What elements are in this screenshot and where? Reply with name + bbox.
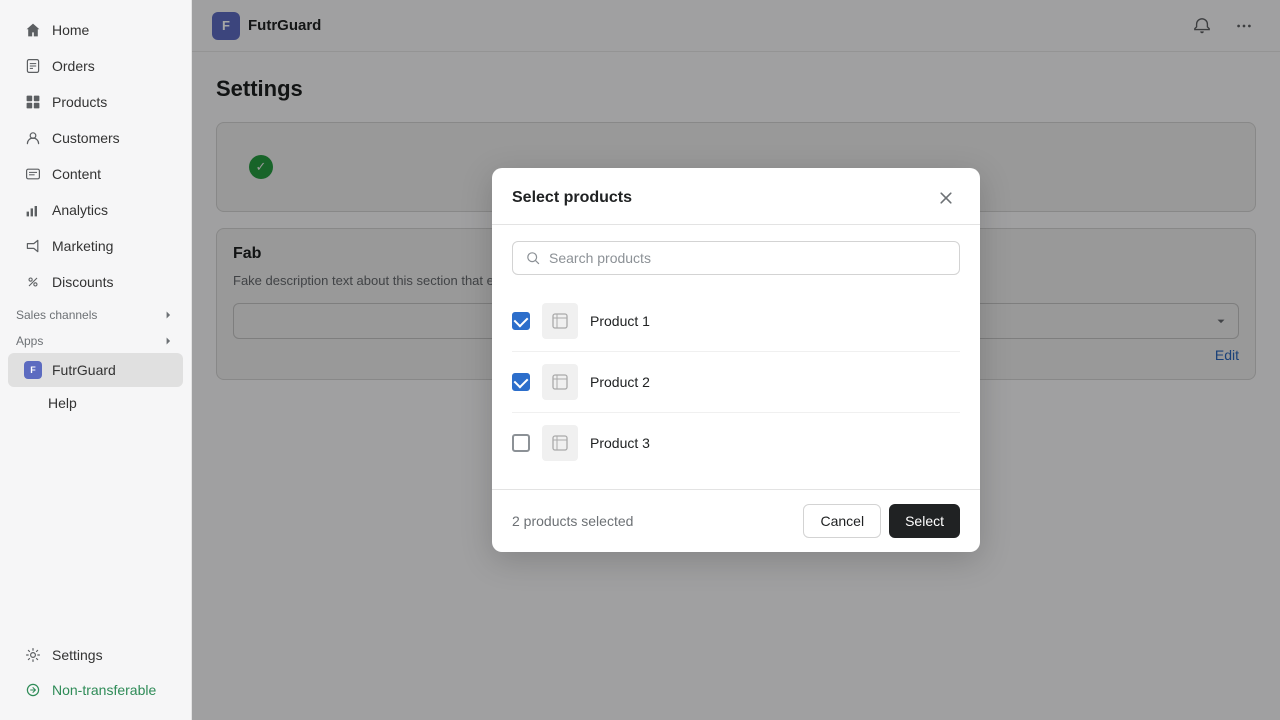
product-search-box[interactable] — [512, 241, 960, 275]
sidebar-item-home[interactable]: Home — [8, 13, 183, 47]
sidebar-item-products[interactable]: Products — [8, 85, 183, 119]
products-icon — [24, 93, 42, 111]
product-2-thumbnail — [542, 364, 578, 400]
product-1-checkbox[interactable] — [512, 312, 530, 330]
search-icon — [525, 250, 541, 266]
product-2-name: Product 2 — [590, 374, 650, 390]
modal-body: Product 1 Product 2 — [492, 225, 980, 489]
sidebar-item-marketing[interactable]: Marketing — [8, 229, 183, 263]
modal-title: Select products — [512, 189, 632, 207]
orders-icon — [24, 57, 42, 75]
product-item-1[interactable]: Product 1 — [512, 291, 960, 352]
sales-channels-section: Sales channels — [0, 300, 191, 326]
analytics-icon — [24, 201, 42, 219]
customers-icon — [24, 129, 42, 147]
sidebar-item-analytics[interactable]: Analytics — [8, 193, 183, 227]
product-1-name: Product 1 — [590, 313, 650, 329]
product-item-2[interactable]: Product 2 — [512, 352, 960, 413]
sidebar-item-non-transferable[interactable]: Non-transferable — [8, 673, 183, 707]
sidebar-item-settings[interactable]: Settings — [8, 638, 183, 672]
product-3-checkbox[interactable] — [512, 434, 530, 452]
product-3-thumbnail — [542, 425, 578, 461]
main-area: F FutrGuard Settings ✓ Fab Fake descript… — [192, 0, 1280, 720]
selected-count: 2 products selected — [512, 513, 633, 529]
product-3-name: Product 3 — [590, 435, 650, 451]
home-icon — [24, 21, 42, 39]
settings-icon — [24, 646, 42, 664]
sidebar-item-orders[interactable]: Orders — [8, 49, 183, 83]
cancel-button[interactable]: Cancel — [803, 504, 881, 538]
select-products-modal: Select products Prod — [492, 168, 980, 552]
non-transferable-icon — [24, 681, 42, 699]
search-input[interactable] — [549, 250, 947, 266]
footer-actions: Cancel Select — [803, 504, 960, 538]
sidebar-item-help[interactable]: Help — [8, 389, 183, 417]
modal-footer: 2 products selected Cancel Select — [492, 489, 980, 552]
discounts-icon — [24, 273, 42, 291]
product-2-checkbox[interactable] — [512, 373, 530, 391]
marketing-icon — [24, 237, 42, 255]
product-item-3[interactable]: Product 3 — [512, 413, 960, 473]
modal-overlay: Select products Prod — [192, 0, 1280, 720]
modal-close-button[interactable] — [932, 184, 960, 212]
sidebar-item-content[interactable]: Content — [8, 157, 183, 191]
sidebar-item-discounts[interactable]: Discounts — [8, 265, 183, 299]
select-button[interactable]: Select — [889, 504, 960, 538]
sidebar: Home Orders Products Customers Content A… — [0, 0, 192, 720]
apps-section: Apps — [0, 326, 191, 352]
sidebar-item-futrguard[interactable]: F FutrGuard — [8, 353, 183, 387]
sidebar-bottom: Settings Non-transferable — [0, 637, 191, 708]
futrguard-app-icon: F — [24, 361, 42, 379]
content-icon — [24, 165, 42, 183]
product-list: Product 1 Product 2 — [512, 291, 960, 473]
product-1-thumbnail — [542, 303, 578, 339]
sidebar-item-customers[interactable]: Customers — [8, 121, 183, 155]
modal-header: Select products — [492, 168, 980, 225]
